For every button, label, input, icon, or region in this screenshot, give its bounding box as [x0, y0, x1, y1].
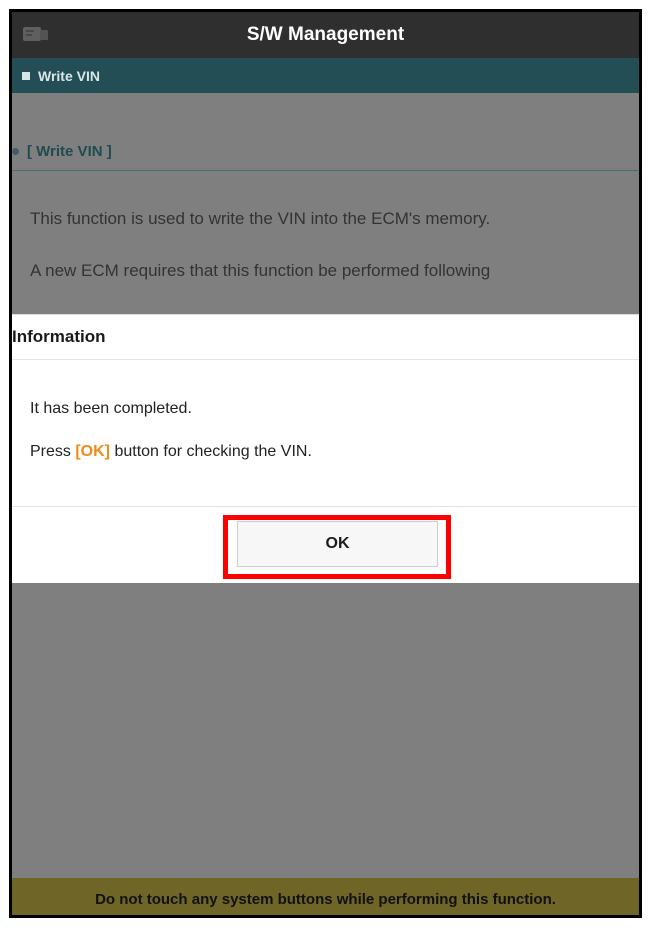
dialog-message-1: It has been completed. — [30, 400, 192, 417]
dialog-footer: OK — [12, 507, 639, 584]
dialog-body: It has been completed. Press [OK] button… — [12, 360, 639, 507]
warning-text: Do not touch any system buttons while pe… — [95, 891, 556, 908]
title-bar: S/W Management — [12, 12, 639, 58]
description-line-2: A new ECM requires that this function be… — [30, 261, 491, 280]
dialog-message-2: Press [OK] button for checking the VIN. — [30, 443, 312, 461]
section-title: [ Write VIN ] — [27, 142, 112, 160]
description-line-1: This function is used to write the VIN i… — [30, 209, 491, 228]
page-header-label: Write VIN — [38, 67, 100, 84]
app-icon — [22, 24, 50, 44]
section-heading: [ Write VIN ] — [12, 132, 639, 171]
bullet-icon — [12, 147, 19, 155]
app-frame: S/W Management Write VIN [ Write VIN ] T… — [9, 9, 642, 918]
ok-inline-reference: [OK] — [75, 443, 110, 460]
dialog-message-2-prefix: Press — [30, 443, 76, 460]
dialog-message-2-suffix: button for checking the VIN. — [110, 443, 312, 460]
information-dialog: Information It has been completed. Press… — [12, 314, 639, 583]
square-icon — [22, 71, 30, 80]
dialog-title: Information — [12, 315, 639, 360]
ok-button[interactable]: OK — [237, 521, 438, 567]
window-title: S/W Management — [246, 24, 405, 45]
warning-bar: Do not touch any system buttons while pe… — [12, 878, 639, 915]
page-header: Write VIN — [12, 58, 639, 93]
